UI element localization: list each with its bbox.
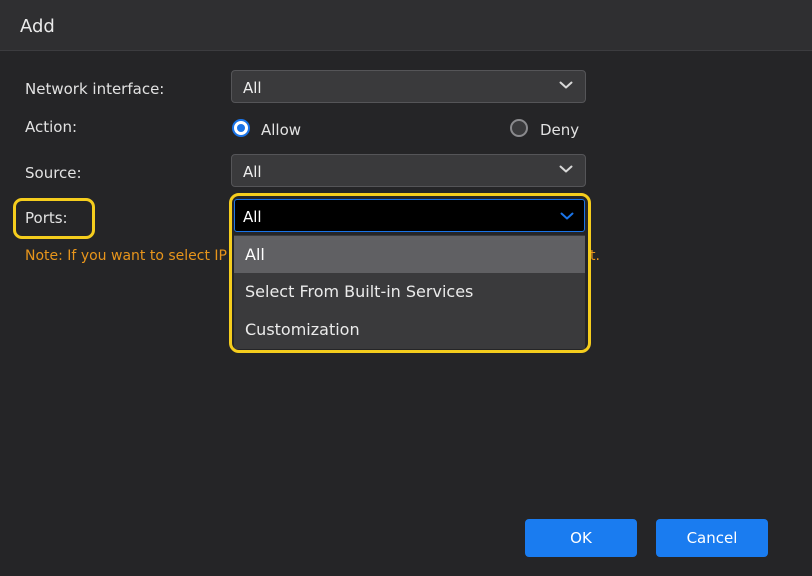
note-text: Note: If you want to select IP <box>25 248 227 264</box>
chevron-down-icon <box>559 165 573 173</box>
ok-button[interactable]: OK <box>525 519 637 557</box>
deny-radio[interactable] <box>510 119 528 137</box>
network-interface-value: All <box>243 79 262 97</box>
allow-radio[interactable] <box>232 119 250 137</box>
ports-dropdown-list: All Select From Built-in Services Custom… <box>234 235 585 349</box>
allow-radio-label[interactable]: Allow <box>261 121 301 139</box>
deny-radio-label[interactable]: Deny <box>540 121 579 139</box>
network-interface-select[interactable]: All <box>231 70 586 103</box>
ports-option-built-in-services[interactable]: Select From Built-in Services <box>234 273 585 310</box>
note-text-tail: t. <box>590 248 600 264</box>
dialog-titlebar: Add <box>0 0 812 51</box>
ports-option-customization[interactable]: Customization <box>234 311 585 348</box>
dialog-title: Add <box>20 16 55 37</box>
source-select[interactable]: All <box>231 154 586 187</box>
ports-option-all[interactable]: All <box>234 236 585 273</box>
source-value: All <box>243 163 262 181</box>
cancel-button[interactable]: Cancel <box>656 519 768 557</box>
ports-select[interactable]: All <box>234 199 585 232</box>
ports-label: Ports: <box>25 209 68 227</box>
network-interface-label: Network interface: <box>25 80 165 98</box>
action-label: Action: <box>25 118 78 136</box>
ports-value: All <box>243 208 262 226</box>
chevron-down-icon <box>560 212 574 220</box>
add-rule-dialog: Add Network interface: All Action: Allow… <box>0 0 812 576</box>
chevron-down-icon <box>559 81 573 89</box>
source-label: Source: <box>25 164 82 182</box>
